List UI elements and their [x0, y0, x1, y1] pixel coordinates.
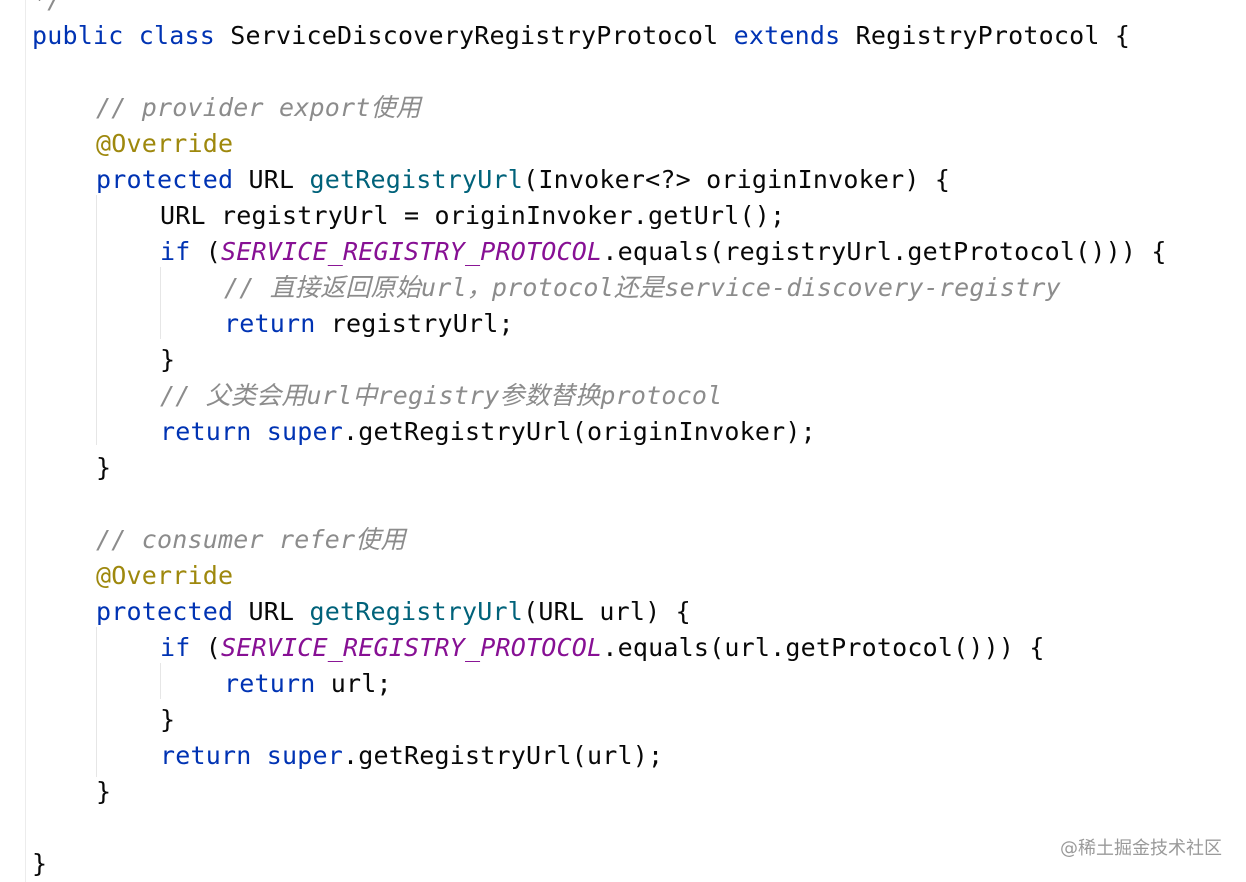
code-token: protected: [96, 597, 249, 626]
watermark-text: @稀土掘金技术社区: [1060, 838, 1222, 859]
code-token: extends: [733, 21, 856, 50]
code-line[interactable]: }: [160, 702, 175, 738]
code-line[interactable]: }: [96, 450, 111, 486]
code-token: @Override: [96, 561, 234, 590]
code-token: }: [160, 345, 176, 374]
code-token: // 直接返回原始url，protocol还是service-discovery…: [224, 273, 1061, 302]
code-token: (URL url) {: [523, 597, 691, 626]
code-token: class: [138, 21, 231, 50]
code-editor[interactable]: */ public class ServiceDiscoveryRegistryP…: [0, 0, 1246, 882]
code-line[interactable]: }: [32, 846, 47, 882]
code-line[interactable]: protected URL getRegistryUrl(URL url) {: [96, 594, 691, 630]
code-token: public: [32, 21, 139, 50]
code-token: super: [266, 741, 344, 770]
code-token: }: [96, 777, 112, 806]
code-token: registryUrl;: [330, 309, 514, 338]
code-line[interactable]: public class ServiceDiscoveryRegistryPro…: [32, 18, 1130, 54]
code-line[interactable]: // provider export使用: [96, 90, 421, 126]
code-line[interactable]: URL registryUrl = originInvoker.getUrl()…: [160, 198, 785, 234]
code-line[interactable]: @Override: [96, 126, 233, 162]
code-token: protected: [96, 165, 249, 194]
code-token: SERVICE_REGISTRY_PROTOCOL: [221, 633, 603, 662]
code-token: // 父类会用url中registry参数替换protocol: [160, 381, 723, 410]
code-token: // provider export使用: [96, 93, 421, 122]
code-token: return: [160, 741, 267, 770]
code-token: // consumer refer使用: [96, 525, 406, 554]
code-line[interactable]: // 父类会用url中registry参数替换protocol: [160, 378, 722, 414]
code-line[interactable]: // 直接返回原始url，protocol还是service-discovery…: [224, 270, 1061, 306]
code-line[interactable]: */: [32, 0, 63, 18]
code-token: }: [32, 849, 48, 878]
code-token: return: [160, 417, 267, 446]
code-token: URL: [248, 165, 310, 194]
code-line[interactable]: }: [160, 342, 175, 378]
code-line[interactable]: protected URL getRegistryUrl(Invoker<?> …: [96, 162, 950, 198]
code-token: return: [224, 669, 331, 698]
code-token: super: [266, 417, 344, 446]
code-token: }: [160, 705, 176, 734]
code-line[interactable]: return registryUrl;: [224, 306, 514, 342]
code-line[interactable]: return super.getRegistryUrl(url);: [160, 738, 663, 774]
code-token: RegistryProtocol {: [855, 21, 1131, 50]
code-token: URL: [248, 597, 310, 626]
code-token: .getRegistryUrl(url);: [343, 741, 664, 770]
code-token: URL registryUrl = originInvoker.getUrl()…: [160, 201, 786, 230]
code-line[interactable]: if (SERVICE_REGISTRY_PROTOCOL.equals(reg…: [160, 234, 1167, 270]
code-line[interactable]: return super.getRegistryUrl(originInvoke…: [160, 414, 816, 450]
code-token: getRegistryUrl: [309, 597, 524, 626]
code-token: }: [96, 453, 112, 482]
code-token: .equals(url.getProtocol())) {: [602, 633, 1045, 662]
code-token: @Override: [96, 129, 234, 158]
code-token: if: [160, 633, 206, 662]
code-line[interactable]: return url;: [224, 666, 392, 702]
code-token: (: [205, 633, 222, 662]
code-token: (: [205, 237, 222, 266]
code-token: .equals(registryUrl.getProtocol())) {: [602, 237, 1167, 266]
code-token: url;: [330, 669, 392, 698]
code-token: getRegistryUrl: [309, 165, 524, 194]
code-line[interactable]: @Override: [96, 558, 233, 594]
code-line[interactable]: // consumer refer使用: [96, 522, 406, 558]
code-token: .getRegistryUrl(originInvoker);: [343, 417, 816, 446]
code-token: SERVICE_REGISTRY_PROTOCOL: [221, 237, 603, 266]
code-token: ServiceDiscoveryRegistryProtocol: [230, 21, 734, 50]
code-line[interactable]: if (SERVICE_REGISTRY_PROTOCOL.equals(url…: [160, 630, 1045, 666]
code-token: */: [32, 0, 63, 14]
code-token: (Invoker<?> originInvoker) {: [523, 165, 951, 194]
code-token: return: [224, 309, 331, 338]
code-token: if: [160, 237, 206, 266]
code-line[interactable]: }: [96, 774, 111, 810]
